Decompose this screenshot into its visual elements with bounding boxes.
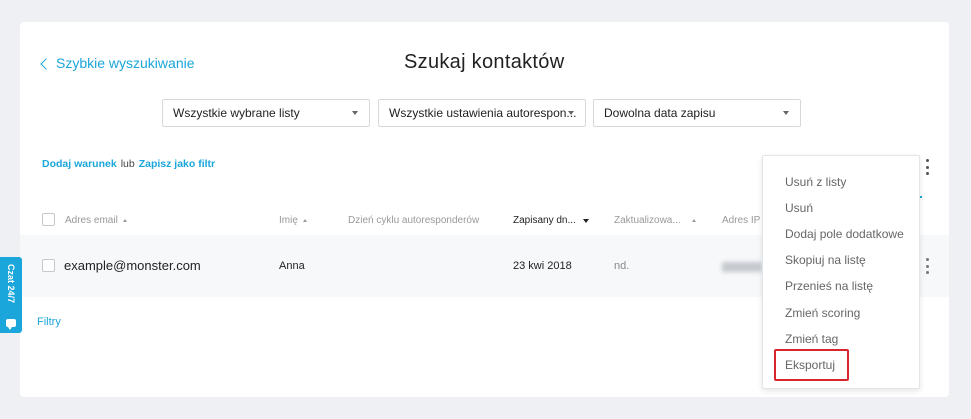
row-name: Anna xyxy=(279,260,305,272)
column-header-name[interactable]: Imię xyxy=(279,215,307,226)
column-header-updated[interactable]: Zaktualizowa... xyxy=(614,215,696,226)
column-header-ip[interactable]: Adres IP xyxy=(722,215,760,226)
menu-item-change-tag[interactable]: Zmień tag xyxy=(785,332,838,346)
chat-tab[interactable]: Czat 24/7 xyxy=(0,257,22,333)
row-checkbox[interactable] xyxy=(42,259,55,272)
export-highlight-box xyxy=(774,349,849,381)
column-header-subscribed[interactable]: Zapisany dn... xyxy=(513,215,589,226)
autoresponder-select[interactable]: Wszystkie ustawienia autorespon... xyxy=(378,99,586,127)
menu-item-remove-from-list[interactable]: Usuń z listy xyxy=(785,175,846,189)
add-condition-link[interactable]: Dodaj warunek xyxy=(42,158,117,170)
lists-select[interactable]: Wszystkie wybrane listy xyxy=(162,99,370,127)
row-subscribed-date: 23 kwi 2018 xyxy=(513,260,572,272)
menu-item-add-custom-field[interactable]: Dodaj pole dodatkowe xyxy=(785,227,904,241)
autoresponder-select-value: Wszystkie ustawienia autorespon... xyxy=(389,106,577,120)
caret-down-icon xyxy=(352,111,358,115)
or-text: lub xyxy=(120,158,135,170)
condition-row: Dodaj warunek lub Zapisz jako filtr xyxy=(42,158,215,170)
sort-up-icon xyxy=(122,219,127,222)
chat-tab-label: Czat 24/7 xyxy=(6,264,16,304)
select-all-checkbox[interactable] xyxy=(42,213,55,226)
row-email: example@monster.com xyxy=(64,258,201,273)
filters-link[interactable]: Filtry xyxy=(37,316,61,328)
back-link-label: Szybkie wyszukiwanie xyxy=(56,55,195,71)
quick-search-back-link[interactable]: Szybkie wyszukiwanie xyxy=(40,55,195,71)
caret-down-icon xyxy=(783,111,789,115)
menu-item-change-scoring[interactable]: Zmień scoring xyxy=(785,306,860,320)
row-updated: nd. xyxy=(614,260,630,272)
sort-down-icon xyxy=(582,218,589,223)
chat-bubble-icon xyxy=(6,319,16,330)
menu-item-copy-to-list[interactable]: Skopiuj na listę xyxy=(785,253,866,267)
row-ip-blurred xyxy=(722,262,762,272)
date-select[interactable]: Dowolna data zapisu xyxy=(593,99,801,127)
sort-up-icon xyxy=(302,219,307,222)
caret-down-icon xyxy=(568,111,574,115)
bulk-actions-menu: Usuń z listy Usuń Dodaj pole dodatkowe S… xyxy=(762,155,920,389)
save-filter-link[interactable]: Zapisz jako filtr xyxy=(139,158,215,170)
date-select-value: Dowolna data zapisu xyxy=(604,106,716,120)
lists-select-value: Wszystkie wybrane listy xyxy=(173,106,300,120)
page-title: Szukaj kontaktów xyxy=(404,51,565,73)
sort-up-icon xyxy=(691,219,696,222)
chevron-left-icon xyxy=(40,57,52,70)
bulk-actions-kebab-icon[interactable] xyxy=(921,159,933,175)
menu-item-delete[interactable]: Usuń xyxy=(785,201,813,215)
column-header-cycle-day[interactable]: Dzień cyklu autoresponderów xyxy=(348,215,479,226)
menu-item-move-to-list[interactable]: Przenieś na listę xyxy=(785,279,873,293)
row-actions-kebab-icon[interactable] xyxy=(921,258,933,274)
column-header-email[interactable]: Adres email xyxy=(65,215,127,226)
